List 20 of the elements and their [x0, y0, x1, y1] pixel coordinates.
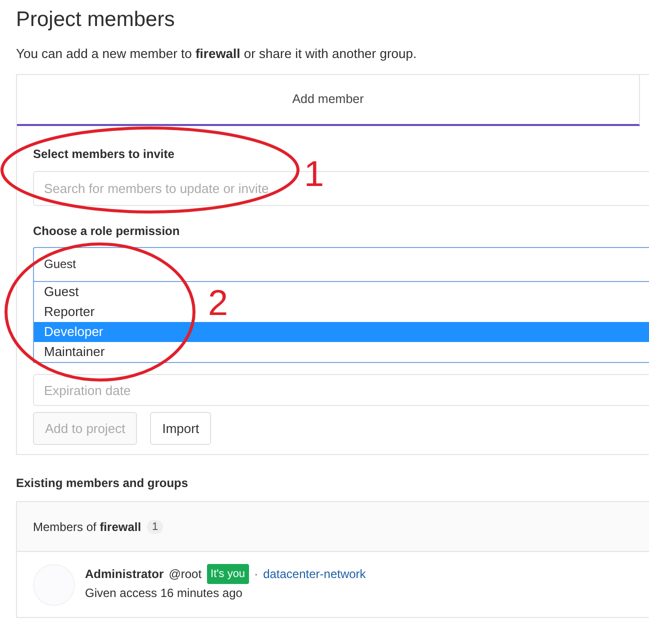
date-field[interactable]: Expiration date — [33, 374, 649, 406]
annotation-number: 2 — [208, 285, 228, 321]
dropdown-option[interactable]: Reporter — [34, 302, 105, 322]
action-button[interactable]: Import — [150, 412, 212, 445]
panel-title: Members of firewall — [33, 520, 142, 534]
field-label: Choose a role permission — [33, 223, 181, 239]
dropdown-option[interactable]: Guest — [34, 282, 89, 302]
field-label: Select members to invite — [33, 146, 176, 162]
dropdown-option[interactable]: Maintainer — [34, 342, 115, 362]
separator: · — [254, 566, 258, 583]
group-link[interactable]: datacenter-network — [263, 564, 366, 584]
member-username: @root — [168, 566, 202, 583]
page-description: You can add a new member to firewall or share it with another group. — [16, 46, 418, 62]
access-time: Given access 16 minutes ago — [85, 586, 244, 600]
page-title: Project members — [16, 7, 176, 33]
count-badge: 1 — [147, 520, 164, 534]
member-name: Administrator — [85, 566, 164, 583]
tab[interactable]: Add member — [17, 75, 640, 126]
status-badge: It's you — [206, 564, 250, 584]
section-heading: Existing members and groups — [16, 475, 190, 491]
